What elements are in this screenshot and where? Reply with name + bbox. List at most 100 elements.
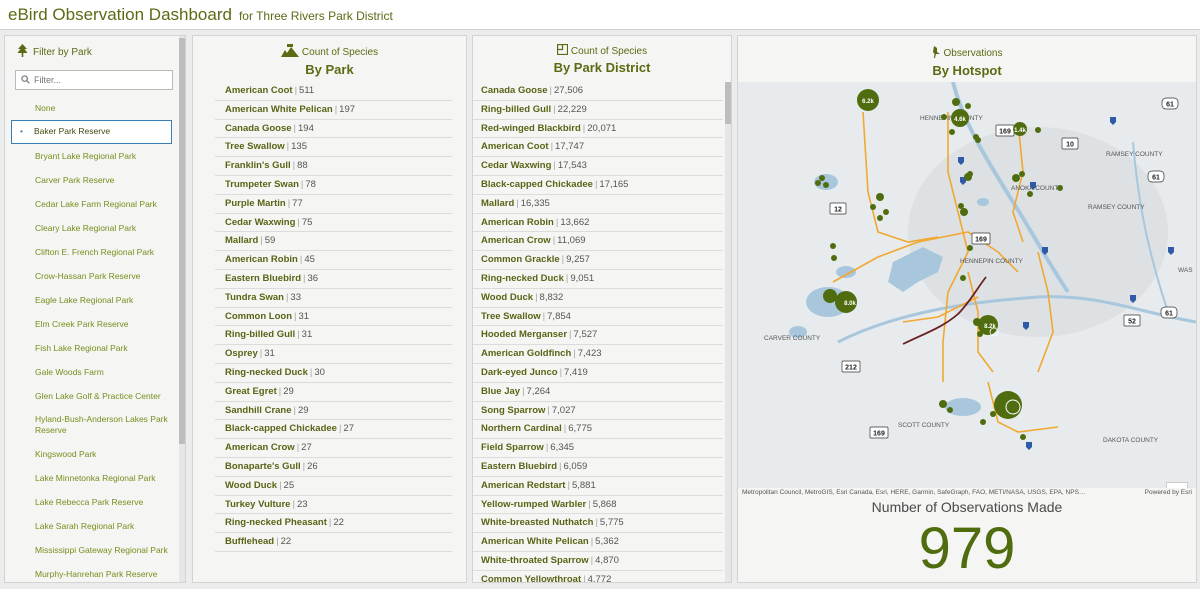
hotspot-marker[interactable] bbox=[980, 419, 986, 425]
species-row[interactable]: Mallard | 16,335 bbox=[473, 195, 723, 214]
district-scrollbar-thumb[interactable] bbox=[725, 82, 731, 124]
species-row[interactable]: Ring-billed Gull | 31 bbox=[215, 326, 452, 346]
species-row[interactable]: Sandhill Crane | 29 bbox=[215, 402, 452, 421]
species-row[interactable]: Turkey Vulture | 23 bbox=[215, 496, 452, 515]
park-filter-item[interactable]: Murphy-Hanrehan Park Reserve bbox=[5, 562, 181, 582]
hotspot-marker[interactable] bbox=[960, 275, 966, 281]
hotspot-marker[interactable] bbox=[965, 103, 971, 109]
species-row[interactable]: American Redstart | 5,881 bbox=[473, 477, 723, 496]
species-row[interactable]: Cedar Waxwing | 17,543 bbox=[473, 157, 723, 176]
park-filter-item[interactable]: Hyland-Bush-Anderson Lakes Park Reserve bbox=[5, 408, 181, 442]
map-canvas[interactable]: 61 10 61 12 169 52 61 212 169 169 HENNEP… bbox=[738, 82, 1196, 488]
park-filter-item[interactable]: Mississippi Gateway Regional Park bbox=[5, 538, 181, 562]
hotspot-marker[interactable] bbox=[960, 208, 968, 216]
species-row[interactable]: Purple Martin | 77 bbox=[215, 195, 452, 214]
park-filter-item[interactable]: Baker Park Reserve bbox=[11, 120, 172, 144]
species-row[interactable]: Wood Duck | 25 bbox=[215, 477, 452, 496]
species-row[interactable]: Tree Swallow | 7,854 bbox=[473, 308, 723, 327]
hotspot-marker[interactable] bbox=[815, 180, 821, 186]
park-filter-item[interactable]: Eagle Lake Regional Park bbox=[5, 288, 181, 312]
species-row[interactable]: American Crow | 11,069 bbox=[473, 232, 723, 252]
species-row[interactable]: White-breasted Nuthatch | 5,775 bbox=[473, 514, 723, 534]
species-row[interactable]: Ring-billed Gull | 22,229 bbox=[473, 101, 723, 120]
species-row[interactable]: American Crow | 27 bbox=[215, 439, 452, 458]
hotspot-marker[interactable] bbox=[831, 255, 837, 261]
district-scrollbar[interactable] bbox=[725, 82, 731, 582]
park-filter-item[interactable]: Crow-Hassan Park Reserve bbox=[5, 264, 181, 288]
species-row[interactable]: Black-capped Chickadee | 27 bbox=[215, 420, 452, 440]
species-row[interactable]: Ring-necked Duck | 30 bbox=[215, 364, 452, 383]
hotspot-marker[interactable] bbox=[823, 289, 837, 303]
species-row[interactable]: Tundra Swan | 33 bbox=[215, 289, 452, 308]
species-row[interactable]: Franklin's Gull | 88 bbox=[215, 157, 452, 176]
species-row[interactable]: Common Yellowthroat | 4,772 bbox=[473, 571, 723, 582]
species-row[interactable]: White-throated Sparrow | 4,870 bbox=[473, 552, 723, 571]
hotspot-marker[interactable] bbox=[870, 204, 876, 210]
species-row[interactable]: Blue Jay | 7,264 bbox=[473, 383, 723, 402]
park-filter-item[interactable]: Cedar Lake Farm Regional Park bbox=[5, 192, 181, 216]
hotspot-marker[interactable] bbox=[1012, 174, 1020, 182]
hotspot-marker[interactable] bbox=[947, 407, 953, 413]
species-row[interactable]: Eastern Bluebird | 36 bbox=[215, 270, 452, 289]
species-row[interactable]: American Coot | 511 bbox=[215, 82, 452, 101]
park-filter-item[interactable]: Fish Lake Regional Park bbox=[5, 336, 181, 360]
species-row[interactable]: Tree Swallow | 135 bbox=[215, 138, 452, 158]
hotspot-map[interactable]: 61 10 61 12 169 52 61 212 169 169 HENNEP… bbox=[738, 82, 1196, 488]
hotspot-marker[interactable] bbox=[823, 182, 829, 188]
species-row[interactable]: American Robin | 13,662 bbox=[473, 214, 723, 233]
hotspot-marker[interactable] bbox=[1057, 185, 1063, 191]
filter-scrollbar[interactable] bbox=[179, 36, 185, 582]
filter-search-box[interactable] bbox=[15, 70, 173, 90]
species-row[interactable]: American White Pelican | 5,362 bbox=[473, 533, 723, 552]
species-row[interactable]: Trumpeter Swan | 78 bbox=[215, 176, 452, 195]
hotspot-marker[interactable] bbox=[1020, 434, 1026, 440]
species-row[interactable]: Canada Goose | 194 bbox=[215, 120, 452, 139]
hotspot-marker[interactable] bbox=[1027, 191, 1033, 197]
park-filter-item[interactable]: Lake Rebecca Park Reserve bbox=[5, 490, 181, 514]
hotspot-marker[interactable] bbox=[1019, 171, 1025, 177]
species-row[interactable]: Cedar Waxwing | 75 bbox=[215, 214, 452, 233]
hotspot-marker[interactable] bbox=[990, 411, 996, 417]
species-row[interactable]: Mallard | 59 bbox=[215, 232, 452, 252]
species-row[interactable]: American Goldfinch | 7,423 bbox=[473, 345, 723, 364]
species-row[interactable]: Dark-eyed Junco | 7,419 bbox=[473, 364, 723, 383]
hotspot-marker[interactable] bbox=[949, 129, 955, 135]
hotspot-marker[interactable] bbox=[958, 203, 964, 209]
hotspot-marker[interactable] bbox=[819, 175, 825, 181]
park-filter-item[interactable]: None bbox=[5, 96, 181, 120]
park-filter-item[interactable]: Kingswood Park bbox=[5, 442, 181, 466]
hotspot-marker[interactable] bbox=[830, 243, 836, 249]
species-row[interactable]: Field Sparrow | 6,345 bbox=[473, 439, 723, 458]
species-row[interactable]: Eastern Bluebird | 6,059 bbox=[473, 458, 723, 477]
park-filter-item[interactable]: Gale Woods Farm bbox=[5, 360, 181, 384]
species-row[interactable]: Song Sparrow | 7,027 bbox=[473, 402, 723, 421]
species-row[interactable]: Common Grackle | 9,257 bbox=[473, 251, 723, 270]
species-row[interactable]: Bufflehead | 22 bbox=[215, 533, 452, 552]
species-row[interactable]: Common Loon | 31 bbox=[215, 308, 452, 327]
species-row[interactable]: Wood Duck | 8,832 bbox=[473, 289, 723, 308]
zoom-in-button[interactable]: + bbox=[1167, 483, 1187, 488]
park-filter-item[interactable]: Lake Minnetonka Regional Park bbox=[5, 466, 181, 490]
park-filter-item[interactable]: Carver Park Reserve bbox=[5, 168, 181, 192]
species-row[interactable]: Ring-necked Duck | 9,051 bbox=[473, 270, 723, 289]
park-filter-item[interactable]: Clifton E. French Regional Park bbox=[5, 240, 181, 264]
hotspot-marker[interactable] bbox=[967, 171, 973, 177]
hotspot-marker[interactable] bbox=[877, 215, 883, 221]
hotspot-marker[interactable] bbox=[973, 318, 981, 326]
hotspot-marker[interactable] bbox=[939, 400, 947, 408]
species-row[interactable]: Northern Cardinal | 6,775 bbox=[473, 420, 723, 440]
hotspot-marker[interactable] bbox=[952, 98, 960, 106]
hotspot-marker[interactable] bbox=[876, 193, 884, 201]
species-row[interactable]: American White Pelican | 197 bbox=[215, 101, 452, 120]
species-row[interactable]: American Robin | 45 bbox=[215, 251, 452, 270]
hotspot-marker[interactable] bbox=[941, 114, 947, 120]
species-row[interactable]: American Coot | 17,747 bbox=[473, 138, 723, 158]
hotspot-cluster[interactable] bbox=[994, 391, 1022, 419]
hotspot-marker[interactable] bbox=[1035, 127, 1041, 133]
species-row[interactable]: Bonaparte's Gull | 26 bbox=[215, 458, 452, 477]
species-row[interactable]: Red-winged Blackbird | 20,071 bbox=[473, 120, 723, 139]
filter-scrollbar-thumb[interactable] bbox=[179, 38, 185, 444]
hotspot-marker[interactable] bbox=[967, 245, 973, 251]
species-row[interactable]: Black-capped Chickadee | 17,165 bbox=[473, 176, 723, 195]
species-row[interactable]: Hooded Merganser | 7,527 bbox=[473, 326, 723, 346]
